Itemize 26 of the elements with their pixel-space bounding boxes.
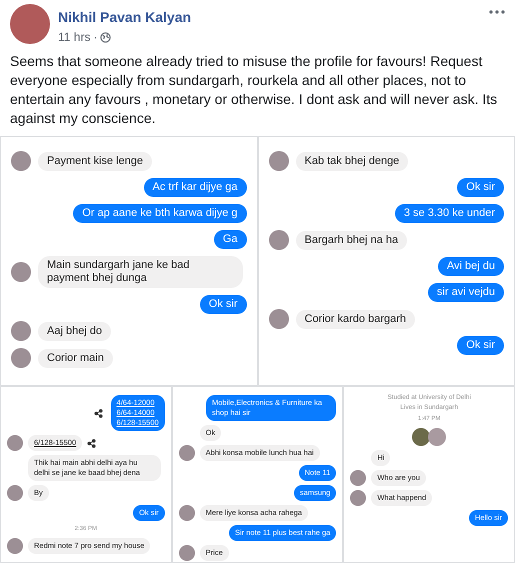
sent-message: Avi bej du [438, 257, 504, 276]
received-message: Corior main [38, 348, 113, 368]
author-name[interactable]: Nikhil Pavan Kalyan [58, 7, 481, 28]
received-message: Aaj bhej do [38, 322, 112, 340]
received-message: Payment kise lenge [38, 152, 152, 170]
sent-message: Ok sir [200, 295, 246, 314]
post-text: Seems that someone already tried to misuse the profile for favours! Request everyone especially from sundargarh, rourkela and all other places, not to entertain any favours , monetary or otherwise. I dont ask and will never ask. Its against my conscience. [9, 52, 498, 128]
received-message: Corior kardo bargarh [296, 310, 415, 328]
separator: · [93, 29, 98, 46]
post-time[interactable]: 11 hrs [58, 28, 90, 46]
avatar [412, 428, 430, 446]
sent-message: Or ap aane ke bth karwa dijye g [73, 204, 246, 223]
profile-avatar[interactable] [10, 4, 50, 44]
share-icon[interactable] [94, 408, 103, 418]
sent-message: Ac trf kar dijye ga [144, 178, 246, 197]
sent-message: Ok sir [457, 178, 504, 197]
sent-message: sir avi vejdu [428, 283, 504, 302]
sent-message: Ok sir [457, 336, 504, 355]
avatar [428, 428, 446, 446]
received-message: Kab tak bhej denge [296, 152, 408, 170]
sent-message: 3 se 3.30 ke under [394, 204, 504, 223]
more-options-icon[interactable] [489, 10, 505, 14]
received-message: Main sundargarh jane ke bad payment bhej dunga [38, 256, 242, 288]
share-icon[interactable] [87, 438, 96, 448]
sent-message: Ga [214, 230, 246, 249]
received-message: Bargarh bhej na ha [296, 230, 408, 250]
